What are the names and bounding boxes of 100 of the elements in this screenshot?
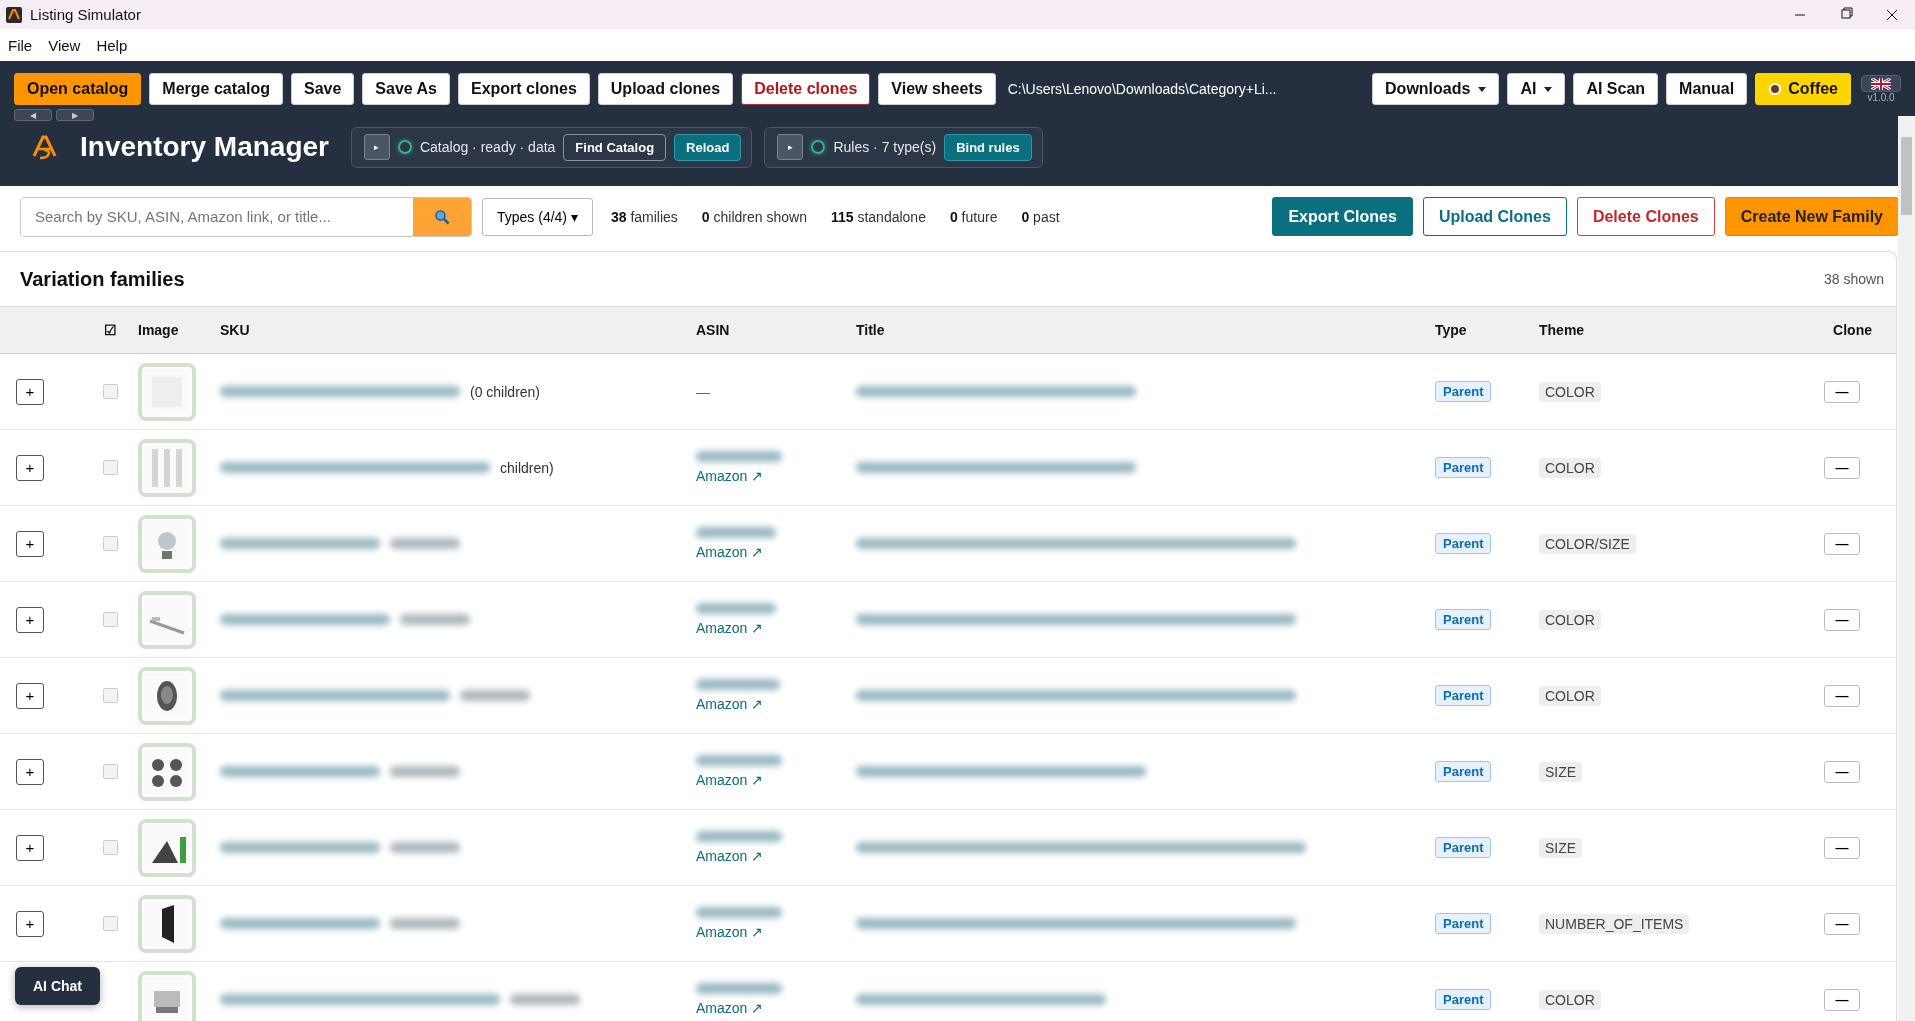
row-checkbox[interactable] bbox=[102, 536, 118, 551]
toolbar-button[interactable]: Delete clones bbox=[741, 73, 871, 105]
row-checkbox[interactable] bbox=[102, 916, 118, 931]
stat-text: 115 standalone bbox=[830, 208, 926, 225]
redacted-text bbox=[390, 842, 460, 853]
stat-text: 0 future bbox=[949, 208, 998, 225]
amazon-link[interactable]: Amazon ↗ bbox=[696, 848, 764, 864]
amazon-link[interactable]: Amazon ↗ bbox=[696, 544, 764, 560]
row-checkbox[interactable] bbox=[102, 612, 118, 627]
expand-button[interactable]: + bbox=[16, 758, 44, 785]
action-button[interactable]: Upload Clones bbox=[1422, 197, 1567, 236]
clone-button[interactable]: — bbox=[1824, 380, 1860, 403]
app-title: Inventory Manager bbox=[80, 131, 329, 163]
amazon-link[interactable]: Amazon ↗ bbox=[696, 620, 764, 636]
coffee-icon bbox=[1768, 82, 1783, 96]
redacted-text bbox=[390, 918, 460, 929]
expand-button[interactable]: + bbox=[16, 834, 44, 861]
column-header: Image bbox=[138, 322, 179, 338]
theme-tag: COLOR bbox=[1539, 685, 1601, 706]
expand-button[interactable]: + bbox=[16, 606, 44, 633]
panel-button[interactable]: Find Catalog bbox=[563, 133, 667, 161]
toolbar-button[interactable]: View sheets bbox=[878, 73, 996, 105]
nav-button[interactable]: ◀ bbox=[14, 109, 52, 121]
search-button[interactable] bbox=[413, 197, 471, 236]
dropdown-button[interactable]: Downloads bbox=[1372, 73, 1500, 105]
select-all-checkbox[interactable]: ☑ bbox=[103, 322, 117, 338]
type-badge: Parent bbox=[1435, 609, 1492, 630]
expand-button[interactable]: + bbox=[16, 910, 44, 937]
action-button[interactable]: Create New Family bbox=[1724, 197, 1899, 236]
redacted-text bbox=[460, 690, 530, 701]
nav-button[interactable]: ▶ bbox=[56, 109, 94, 121]
language-button[interactable] bbox=[1861, 75, 1901, 92]
amazon-link[interactable]: Amazon ↗ bbox=[696, 772, 764, 788]
children-count: (0 children) bbox=[470, 383, 541, 400]
expand-button[interactable]: + bbox=[16, 682, 44, 709]
scrollbar[interactable] bbox=[1898, 116, 1915, 1021]
column-header: Type bbox=[1435, 322, 1467, 338]
redacted-text bbox=[390, 766, 460, 777]
stat-text: 0 past bbox=[1021, 208, 1060, 225]
action-button[interactable]: Delete Clones bbox=[1576, 197, 1715, 236]
panel-button[interactable]: Reload bbox=[674, 133, 742, 161]
amazon-link[interactable]: Amazon ↗ bbox=[696, 468, 764, 484]
clone-button[interactable]: — bbox=[1824, 532, 1860, 555]
action-button[interactable]: Export Clones bbox=[1272, 197, 1413, 236]
redacted-text bbox=[390, 538, 460, 549]
toolbar-button[interactable]: Manual bbox=[1666, 73, 1748, 105]
row-checkbox[interactable] bbox=[102, 460, 118, 475]
app-icon bbox=[6, 6, 22, 23]
amazon-link[interactable]: Amazon ↗ bbox=[696, 1000, 764, 1016]
menu-item[interactable]: File bbox=[8, 36, 33, 54]
theme-tag: COLOR/SIZE bbox=[1539, 533, 1636, 554]
amazon-link[interactable]: Amazon ↗ bbox=[696, 696, 764, 712]
toolbar-button[interactable]: Upload clones bbox=[597, 73, 734, 105]
column-header: Theme bbox=[1539, 322, 1585, 338]
type-badge: Parent bbox=[1435, 685, 1492, 706]
coffee-button[interactable]: Coffee bbox=[1755, 73, 1851, 105]
toggle-button[interactable]: ▸ bbox=[777, 134, 804, 160]
redacted-text bbox=[400, 614, 470, 625]
clone-button[interactable]: — bbox=[1824, 608, 1860, 631]
row-checkbox[interactable] bbox=[102, 840, 118, 855]
clone-button[interactable]: — bbox=[1824, 912, 1860, 935]
toolbar-button[interactable]: Export clones bbox=[458, 73, 590, 105]
search-field[interactable]: Search by SKU, ASIN, Amazon link, or title... bbox=[20, 196, 472, 237]
clone-button[interactable]: — bbox=[1824, 988, 1860, 1011]
column-header: ASIN bbox=[696, 322, 730, 338]
row-checkbox[interactable] bbox=[102, 764, 118, 779]
type-badge: Parent bbox=[1435, 837, 1492, 858]
toolbar-button[interactable]: Save bbox=[290, 73, 355, 105]
clone-button[interactable]: — bbox=[1824, 456, 1860, 479]
clone-button[interactable]: — bbox=[1824, 760, 1860, 783]
panel-button[interactable]: Bind rules bbox=[944, 133, 1032, 161]
types-dropdown[interactable]: Types (4/4) ▾ bbox=[482, 197, 593, 236]
menu-item[interactable]: View bbox=[48, 36, 81, 54]
chat-button[interactable]: AI Chat bbox=[15, 967, 100, 1005]
toggle-button[interactable]: ▸ bbox=[363, 134, 390, 160]
clone-button[interactable]: — bbox=[1824, 684, 1860, 707]
type-badge: Parent bbox=[1435, 533, 1492, 554]
row-checkbox[interactable] bbox=[102, 688, 118, 703]
section-title: Variation families bbox=[20, 267, 185, 291]
amazon-link[interactable]: Amazon ↗ bbox=[696, 924, 764, 940]
dropdown-button[interactable]: AI bbox=[1507, 73, 1566, 105]
toolbar-button[interactable]: Open catalog bbox=[14, 73, 142, 105]
theme-tag: COLOR bbox=[1539, 457, 1601, 478]
row-count: 38 shown bbox=[1824, 271, 1884, 287]
version-label: v1.0.0 bbox=[1867, 92, 1895, 103]
caret-icon bbox=[1478, 87, 1487, 93]
theme-tag: SIZE bbox=[1539, 761, 1583, 782]
theme-tag: COLOR bbox=[1539, 609, 1601, 630]
theme-tag: COLOR bbox=[1539, 989, 1601, 1010]
clone-button[interactable]: — bbox=[1824, 836, 1860, 859]
menu-item[interactable]: Help bbox=[96, 36, 128, 54]
row-checkbox[interactable] bbox=[102, 384, 118, 399]
expand-button[interactable]: + bbox=[16, 378, 44, 405]
toolbar-button[interactable]: Merge catalog bbox=[149, 73, 283, 105]
expand-button[interactable]: + bbox=[16, 454, 44, 481]
status-text: Rules · 7 type(s) bbox=[833, 139, 937, 155]
stat-text: 0 children shown bbox=[701, 208, 807, 225]
toolbar-button[interactable]: AI Scan bbox=[1573, 73, 1659, 105]
expand-button[interactable]: + bbox=[16, 530, 44, 557]
toolbar-button[interactable]: Save As bbox=[362, 73, 450, 105]
